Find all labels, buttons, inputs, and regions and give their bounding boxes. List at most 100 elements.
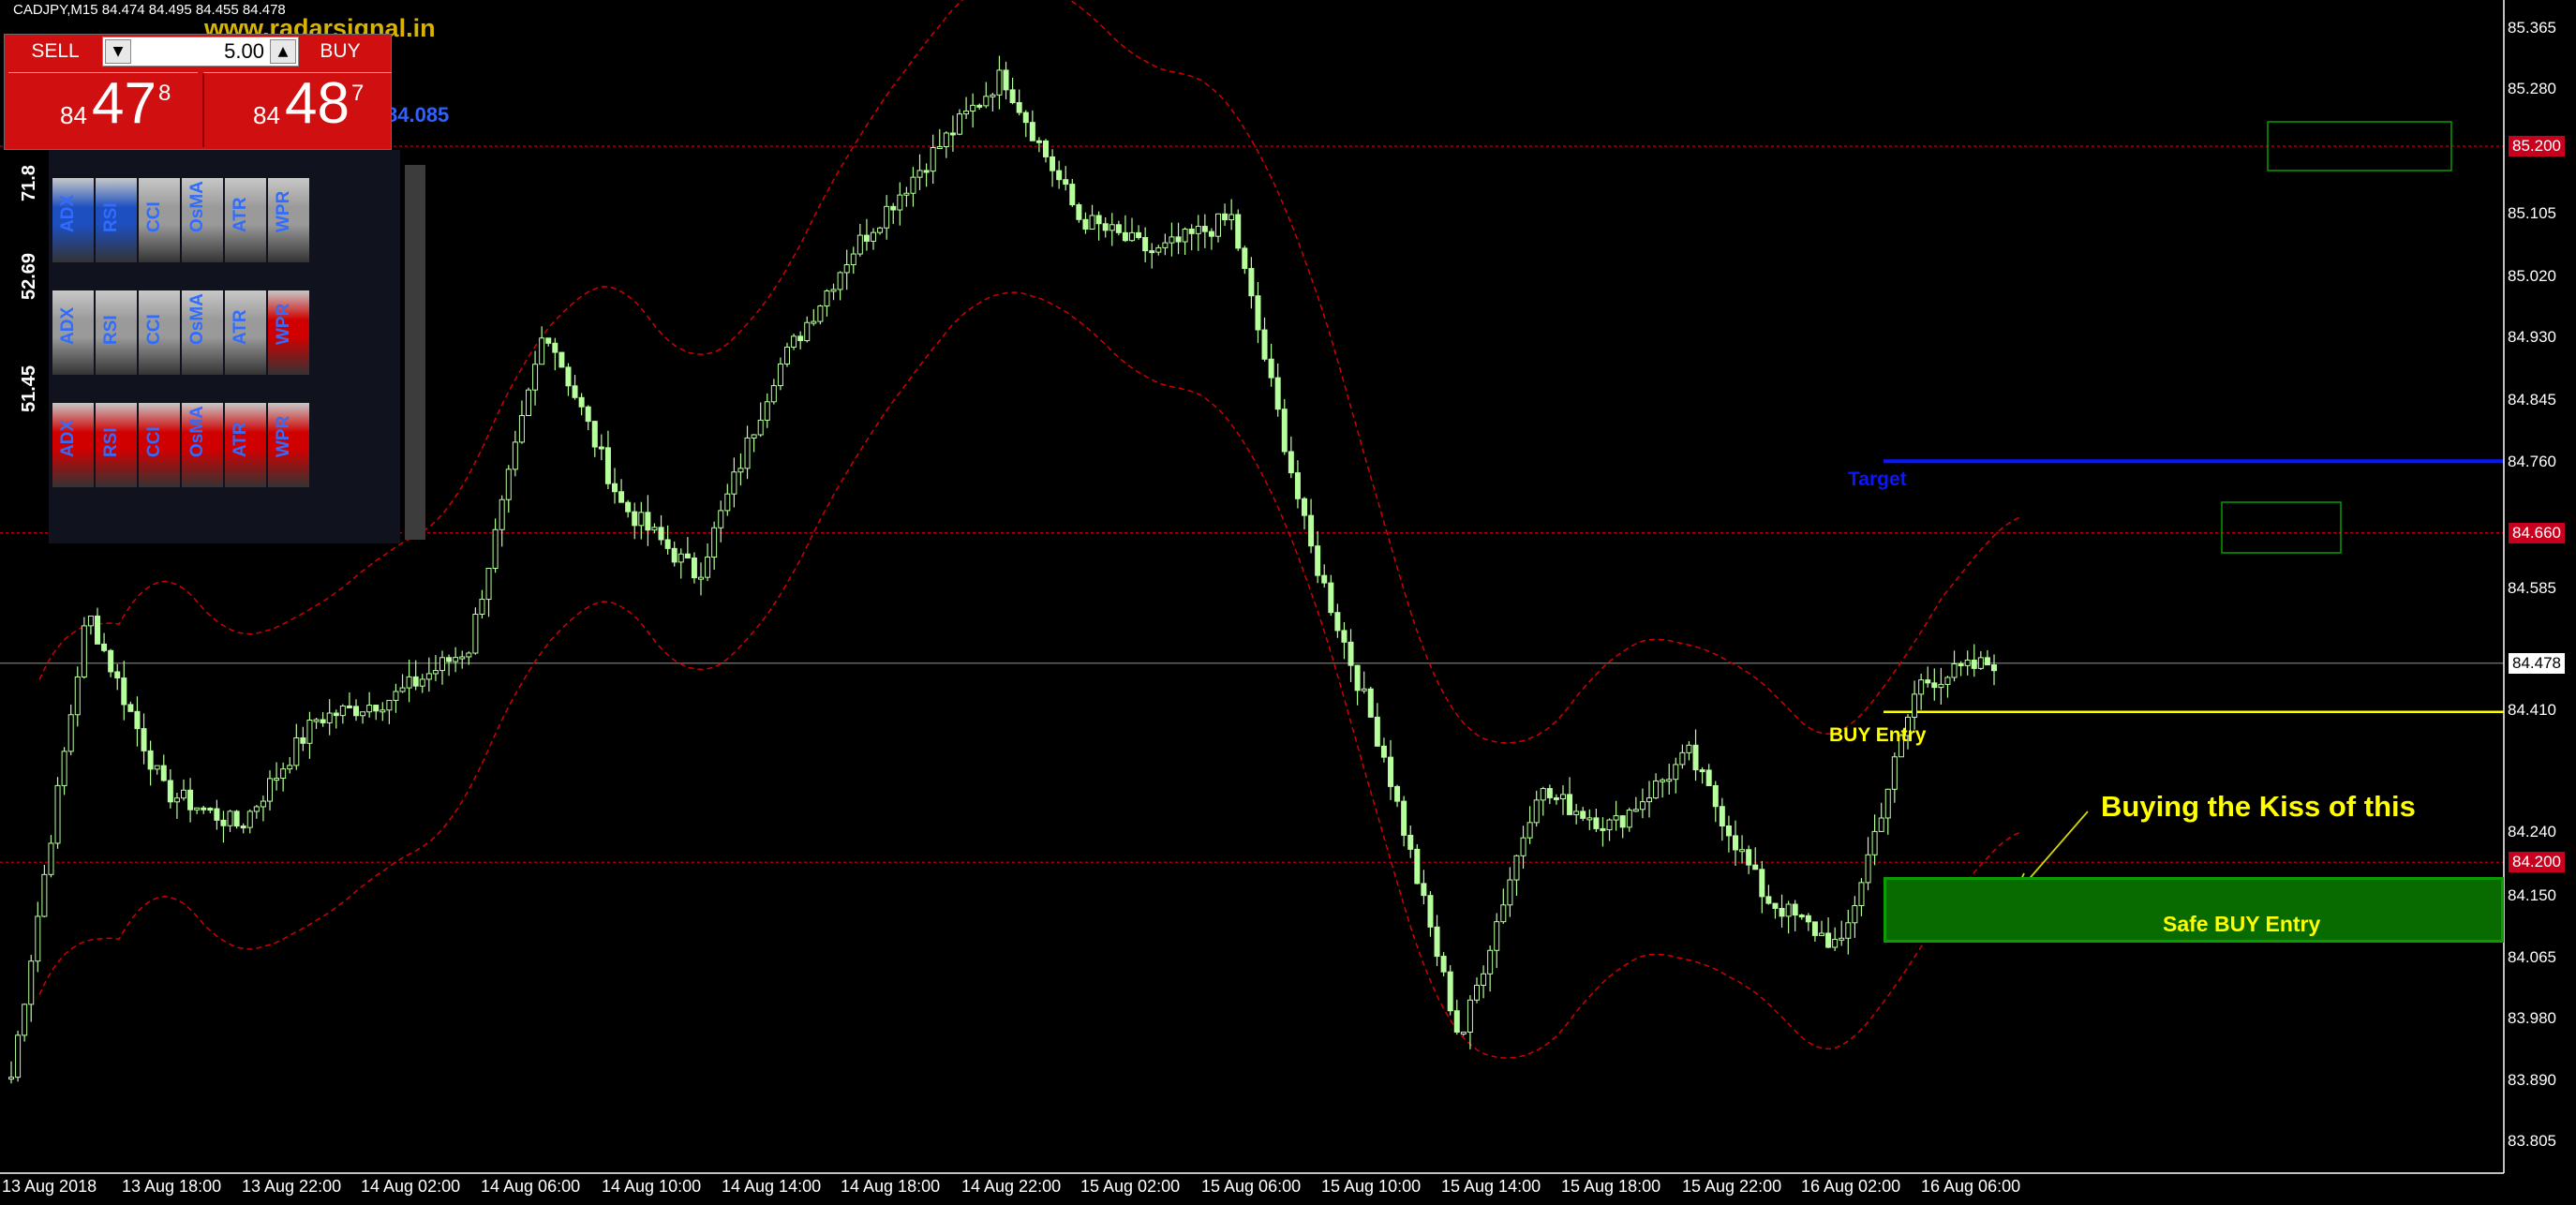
candle-body	[1255, 295, 1261, 331]
candle-body	[479, 599, 485, 615]
candle-body	[1832, 938, 1839, 948]
candle-body	[1261, 329, 1268, 360]
candle-body	[1619, 815, 1626, 828]
candle-body	[658, 527, 664, 541]
sell-button[interactable]: SELL	[8, 37, 102, 66]
candle-body	[949, 132, 956, 136]
candle-body	[1918, 679, 1925, 695]
candle-body	[74, 676, 81, 716]
price-tick-label: 85.105	[2508, 204, 2556, 222]
candle-body	[1646, 797, 1652, 803]
safe-buy-entry-label: Safe BUY Entry	[2163, 912, 2321, 936]
candle-body	[930, 147, 936, 172]
candle-body	[1294, 472, 1301, 499]
candle-body	[240, 826, 246, 829]
candle-body	[724, 493, 731, 512]
candle-body	[1175, 236, 1182, 243]
candle-body	[313, 719, 320, 722]
candle-body	[1891, 756, 1898, 790]
price-level-badge: 84.478	[2509, 652, 2565, 674]
candle-body	[545, 337, 552, 344]
candle-body	[843, 264, 850, 274]
candle-body	[287, 765, 293, 770]
candle-body	[1242, 247, 1248, 270]
candle-body	[1195, 226, 1201, 234]
matrix-scrollbar[interactable]	[405, 165, 425, 540]
candle-body	[996, 69, 1003, 96]
buy-button[interactable]: BUY	[293, 37, 387, 66]
candle-body	[419, 678, 425, 687]
candle-body	[173, 797, 180, 803]
indicator-label: ATR	[231, 422, 250, 457]
candle-body	[1215, 213, 1221, 237]
candle-body	[1507, 879, 1513, 906]
level-price-label: 84.085	[386, 103, 450, 126]
candle-body	[1580, 811, 1586, 819]
candle-body	[1334, 612, 1341, 632]
price-level-badge: 85.200	[2509, 136, 2565, 157]
sell-quote-prefix: 84	[60, 101, 87, 129]
candle-body	[963, 111, 970, 115]
price-tick-label: 83.805	[2508, 1132, 2556, 1150]
candle-body	[651, 527, 658, 531]
indicator-label: RSI	[101, 427, 121, 457]
lot-decrease-icon[interactable]: ▼	[105, 39, 131, 64]
candle-body	[585, 406, 591, 423]
candle-body	[1467, 999, 1473, 1033]
candle-body	[425, 673, 432, 680]
candle-body	[1639, 801, 1645, 811]
buy-quote[interactable]: 84 48 7	[202, 71, 392, 147]
candle-body	[353, 706, 359, 717]
candle-body	[1029, 122, 1035, 141]
candle-body	[539, 337, 545, 365]
chart-window: CADJPY,M15 84.474 84.495 84.455 84.478 w…	[0, 0, 2576, 1205]
candle-body	[526, 389, 531, 416]
candle-body	[141, 728, 147, 751]
candle-body	[1009, 89, 1016, 103]
candle-body	[280, 768, 287, 780]
candle-body	[1513, 855, 1520, 881]
candle-body	[446, 657, 453, 662]
lot-increase-icon[interactable]: ▲	[270, 39, 296, 64]
candle-body	[1951, 663, 1958, 678]
one-click-trading-panel: SELL ▼ ▲ BUY 84 47 8 84 48 7	[4, 34, 392, 150]
candle-body	[1401, 800, 1407, 836]
candle-body	[339, 705, 346, 717]
lot-size-field[interactable]: ▼ ▲	[102, 37, 299, 67]
sell-quote[interactable]: 84 47 8	[8, 71, 198, 147]
lot-size-input[interactable]	[137, 39, 264, 64]
candle-body	[399, 687, 406, 692]
candle-body	[1759, 869, 1765, 898]
candle-body	[207, 808, 214, 811]
candle-body	[412, 676, 419, 687]
candle-body	[1016, 101, 1022, 113]
time-tick-label: 14 Aug 14:00	[722, 1177, 822, 1196]
candle-body	[1328, 582, 1334, 614]
candle-body	[1129, 231, 1135, 242]
candle-body	[737, 468, 744, 473]
candle-body	[1540, 788, 1546, 801]
candle-body	[366, 705, 373, 713]
candle-body	[976, 104, 983, 108]
candle-body	[114, 671, 121, 679]
candle-body	[1606, 819, 1613, 831]
candle-body	[1162, 242, 1169, 248]
candle-body	[1050, 156, 1056, 171]
candle-body	[1705, 769, 1712, 786]
candle-body	[863, 234, 870, 242]
candle-body	[1839, 937, 1845, 941]
candle-body	[201, 807, 207, 811]
candle-body	[1089, 215, 1095, 231]
candle-body	[1487, 949, 1494, 974]
buy-quote-prefix: 84	[253, 101, 280, 129]
candle-body	[1427, 895, 1434, 928]
candle-body	[1481, 973, 1487, 986]
indicator-label: ATR	[231, 309, 250, 345]
price-tick-label: 85.020	[2508, 267, 2556, 285]
time-tick-label: 16 Aug 02:00	[1801, 1177, 1901, 1196]
candle-body	[1109, 224, 1115, 231]
time-tick-label: 15 Aug 06:00	[1201, 1177, 1302, 1196]
candle-body	[791, 335, 797, 348]
indicator-cell: OsMA	[182, 290, 223, 375]
candle-body	[485, 568, 492, 601]
